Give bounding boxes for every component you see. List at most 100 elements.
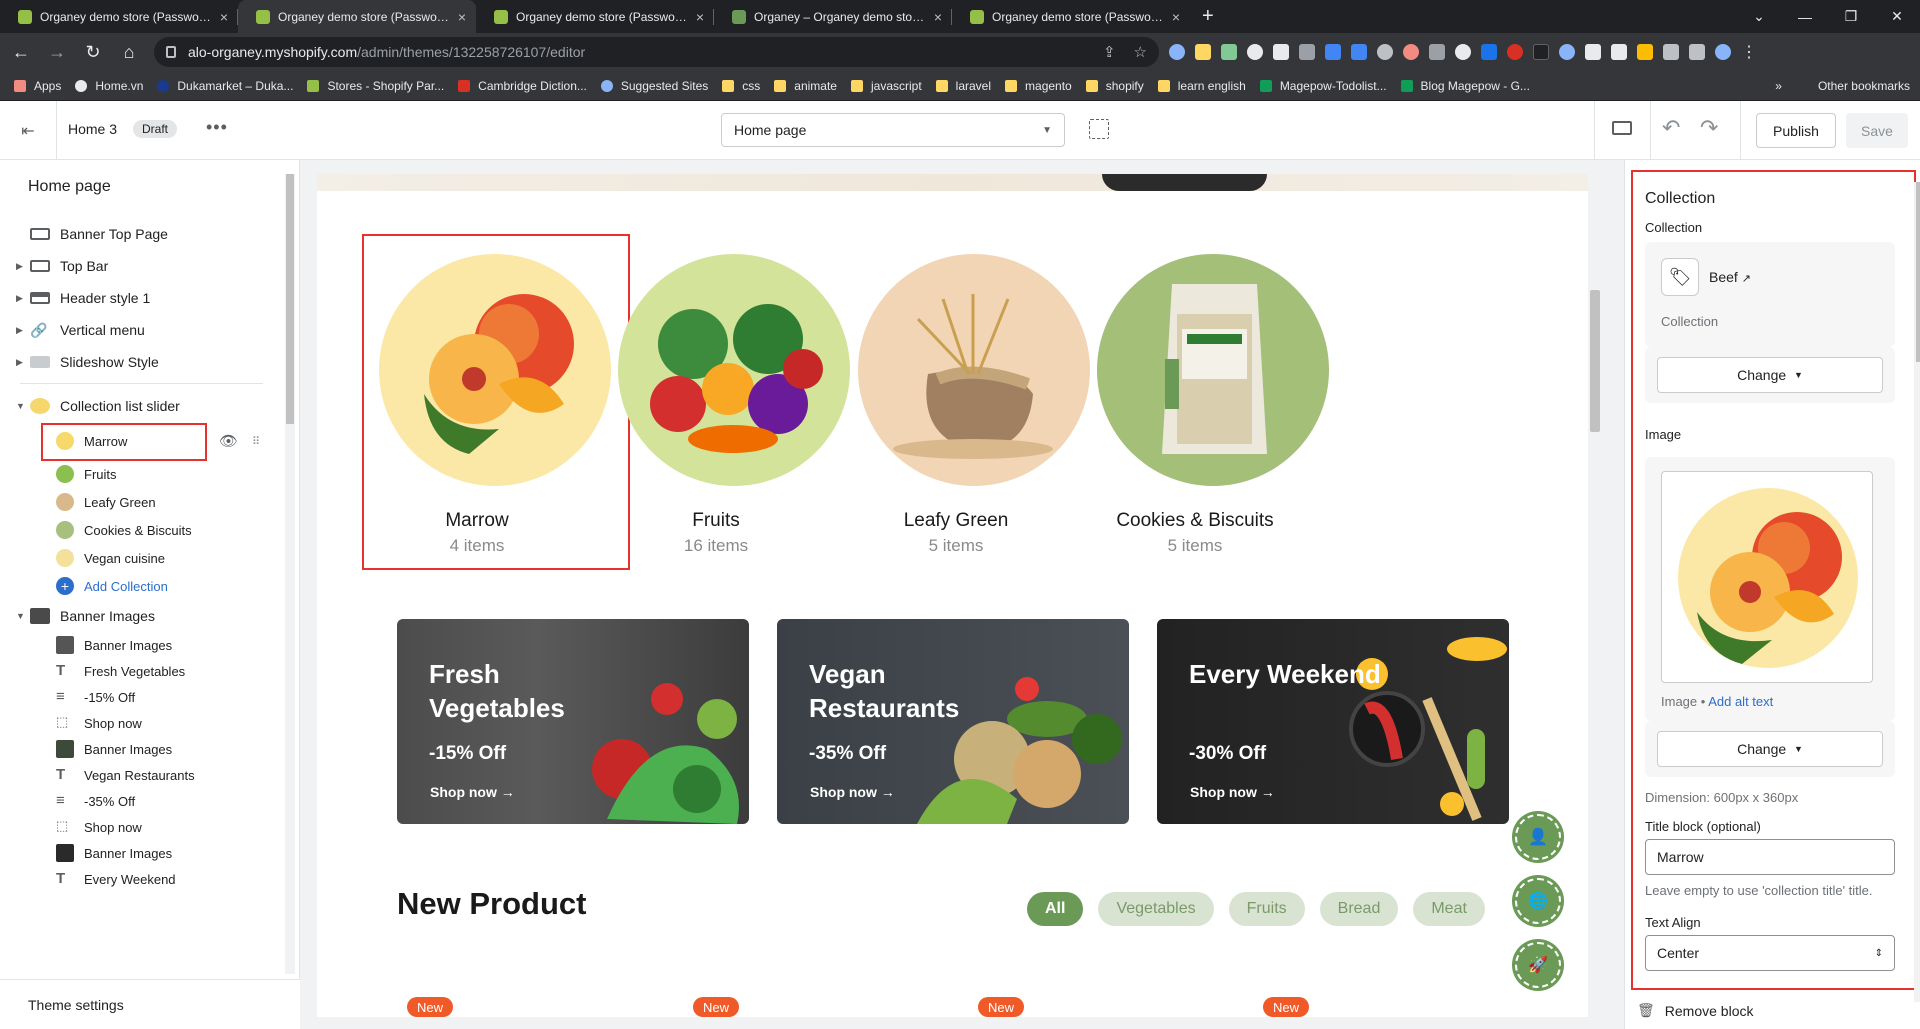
new-tab-button[interactable]: + [1190, 0, 1226, 33]
banner-shop-now-link[interactable]: Shop now → [430, 784, 515, 800]
preview-scrollbar[interactable] [1588, 174, 1602, 1017]
banner-every-weekend[interactable]: Every Weekend -30% Off Shop now → [1157, 619, 1509, 824]
change-image-button[interactable]: Change ▼ [1657, 731, 1883, 767]
address-bar[interactable]: alo-organey.myshopify.com/admin/themes/1… [154, 37, 1159, 67]
block-text[interactable]: T Vegan Restaurants [0, 762, 285, 788]
more-bookmarks-icon[interactable]: » [1775, 79, 1782, 93]
exit-icon[interactable]: ⇤ [14, 117, 42, 145]
block-button[interactable]: ⬚ Shop now [0, 814, 285, 840]
extension-icon[interactable] [1559, 44, 1575, 60]
browser-tab[interactable]: Organey – Organey demo store (× [714, 0, 952, 33]
extension-icon[interactable] [1273, 44, 1289, 60]
desktop-view-icon[interactable] [1612, 121, 1632, 135]
extension-icon[interactable] [1325, 44, 1341, 60]
section-slideshow[interactable]: ▶ Slideshow Style [0, 346, 285, 378]
title-block-input[interactable]: Marrow [1645, 839, 1895, 875]
extension-icon[interactable] [1403, 44, 1419, 60]
filter-bread[interactable]: Bread [1319, 892, 1399, 926]
extension-icon[interactable] [1169, 44, 1185, 60]
banner-shop-now-link[interactable]: Shop now → [1190, 784, 1275, 800]
category-card[interactable]: Leafy Green 5 items [841, 234, 1090, 555]
bookmark[interactable]: Suggested Sites [600, 79, 708, 93]
extension-icon[interactable] [1377, 44, 1393, 60]
extension-icon[interactable] [1611, 44, 1627, 60]
close-icon[interactable]: × [696, 9, 704, 25]
section-banner-top-page[interactable]: Banner Top Page [0, 218, 285, 250]
add-alt-text-link[interactable]: Add alt text [1708, 694, 1773, 709]
selected-image[interactable] [1661, 471, 1873, 683]
section-header[interactable]: ▶ Header style 1 [0, 282, 285, 314]
extension-icon[interactable] [1195, 44, 1211, 60]
banner-fresh-vegetables[interactable]: Fresh Vegetables -15% Off Shop now → [397, 619, 749, 824]
filter-vegetables[interactable]: Vegetables [1098, 892, 1214, 926]
restore-icon[interactable]: ❐ [1828, 0, 1874, 33]
reload-icon[interactable]: ↻ [78, 37, 108, 67]
block-fruits[interactable]: Fruits [0, 460, 285, 488]
chevron-down-icon[interactable]: ▼ [16, 611, 25, 621]
block-banner-image[interactable]: Banner Images [0, 736, 285, 762]
home-icon[interactable]: ⌂ [114, 37, 144, 67]
section-vertical-menu[interactable]: ▶ 🔗 Vertical menu [0, 314, 285, 346]
other-bookmarks[interactable]: Other bookmarks [1818, 79, 1910, 93]
block-text[interactable]: ≡ -35% Off [0, 788, 285, 814]
rocket-fab-icon[interactable]: 🚀 [1515, 942, 1561, 988]
eye-icon[interactable]: 👁 [219, 432, 238, 450]
extension-icon[interactable] [1585, 44, 1601, 60]
chevron-right-icon[interactable]: ▶ [16, 261, 23, 272]
change-collection-button[interactable]: Change ▼ [1657, 357, 1883, 393]
banner-shop-now-link[interactable]: Shop now → [810, 784, 895, 800]
section-collection-list-slider[interactable]: ▼ Collection list slider [0, 390, 285, 422]
chevron-down-icon[interactable]: ▼ [16, 401, 25, 411]
tab-search-icon[interactable]: ⌄ [1736, 0, 1782, 33]
bookmark-folder[interactable]: css [722, 79, 760, 93]
block-leafy-green[interactable]: Leafy Green [0, 488, 285, 516]
filter-all[interactable]: All [1027, 892, 1084, 926]
chevron-right-icon[interactable]: ▶ [16, 325, 23, 336]
close-icon[interactable]: × [458, 9, 466, 25]
add-collection-button[interactable]: + Add Collection [0, 572, 285, 600]
block-button[interactable]: ⬚ Shop now [0, 710, 285, 736]
globe-fab-icon[interactable]: 🌐 [1515, 878, 1561, 924]
browser-tab-active[interactable]: Organey demo store (Password: a × [238, 0, 476, 33]
inspector-icon[interactable] [1089, 119, 1109, 139]
browser-tab[interactable]: Organey demo store (Password: a × [476, 0, 714, 33]
theme-settings-link[interactable]: Theme settings [0, 979, 300, 1029]
bookmark[interactable]: Magepow-Todolist... [1259, 79, 1387, 93]
chevron-right-icon[interactable]: ▶ [16, 357, 23, 368]
extension-icon[interactable] [1481, 44, 1497, 60]
block-cookies[interactable]: Cookies & Biscuits [0, 516, 285, 544]
close-icon[interactable]: × [220, 9, 228, 25]
category-card[interactable]: Cookies & Biscuits 5 items [1080, 234, 1329, 555]
back-icon[interactable]: ← [6, 37, 36, 67]
bookmark[interactable]: Blog Magepow - G... [1400, 79, 1530, 93]
block-banner-image[interactable]: Banner Images [0, 840, 285, 866]
bookmark-folder[interactable]: learn english [1157, 79, 1246, 93]
close-icon[interactable]: × [934, 9, 942, 25]
section-banner-images[interactable]: ▼ Banner Images [0, 600, 285, 632]
bookmark-folder[interactable]: animate [774, 79, 837, 93]
remove-block-button[interactable]: 🗑 Remove block [1637, 1002, 1753, 1019]
block-banner-image[interactable]: Banner Images [0, 632, 285, 658]
save-button[interactable]: Save [1846, 113, 1908, 148]
redo-icon[interactable]: ↷ [1700, 115, 1718, 141]
block-text[interactable]: ≡ -15% Off [0, 684, 285, 710]
bookmark-folder[interactable]: magento [1005, 79, 1072, 93]
bookmark[interactable]: Home.vn [75, 79, 143, 93]
sidebar-scrollbar[interactable] [285, 174, 295, 974]
banner-vegan-restaurants[interactable]: Vegan Restaurants -35% Off Shop now → [777, 619, 1129, 824]
bookmark[interactable]: Dukamarket – Duka... [157, 79, 293, 93]
block-text[interactable]: T Every Weekend [0, 866, 285, 892]
block-vegan-cuisine[interactable]: Vegan cuisine [0, 544, 285, 572]
text-align-select[interactable]: Center ⇕ [1645, 935, 1895, 971]
close-icon[interactable]: × [1172, 9, 1180, 25]
page-selector[interactable]: Home page ▼ [721, 113, 1065, 147]
category-card[interactable]: Fruits 16 items [601, 234, 850, 555]
share-icon[interactable]: ⇪ [1103, 43, 1116, 61]
browser-tab[interactable]: Organey demo store (Password: a × [952, 0, 1190, 33]
puzzle-icon[interactable] [1663, 44, 1679, 60]
panel-scrollbar[interactable] [1914, 182, 1920, 1002]
publish-button[interactable]: Publish [1756, 113, 1836, 148]
camera-icon[interactable] [1299, 44, 1315, 60]
close-window-icon[interactable]: ✕ [1874, 0, 1920, 33]
extension-icon[interactable] [1221, 44, 1237, 60]
